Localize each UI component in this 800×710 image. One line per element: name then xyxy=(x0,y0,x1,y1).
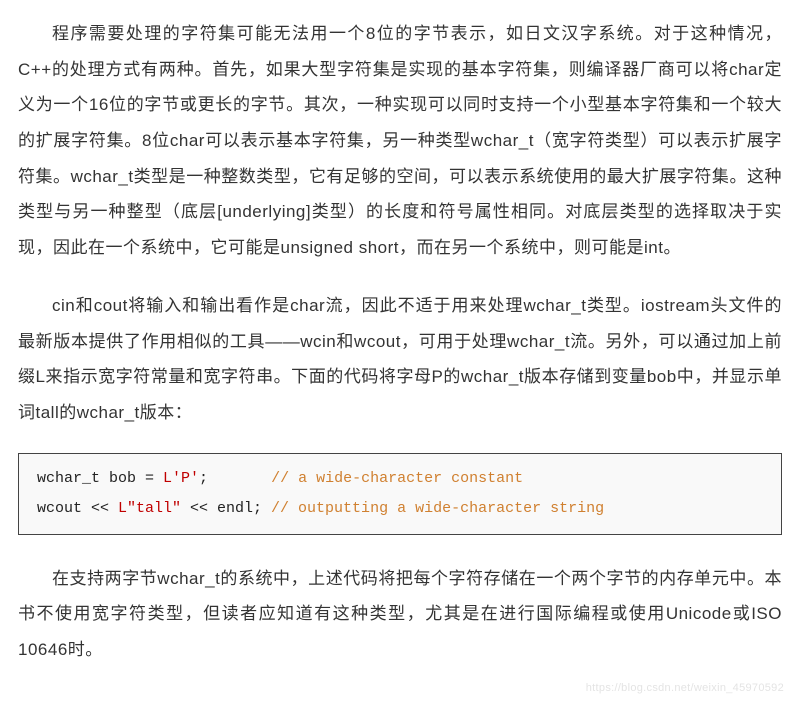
code-text: << endl; xyxy=(181,500,271,517)
code-text: ; xyxy=(199,470,271,487)
paragraph-2: cin和cout将输入和输出看作是char流，因此不适于用来处理wchar_t类… xyxy=(18,288,782,431)
code-literal: L"tall" xyxy=(118,500,181,517)
paragraph-1: 程序需要处理的字符集可能无法用一个8位的字节表示，如日文汉字系统。对于这种情况，… xyxy=(18,16,782,266)
code-line-1: wchar_t bob = L'P'; // a wide-character … xyxy=(37,470,523,487)
code-line-2: wcout << L"tall" << endl; // outputting … xyxy=(37,500,604,517)
code-literal: L'P' xyxy=(163,470,199,487)
code-block: wchar_t bob = L'P'; // a wide-character … xyxy=(18,453,782,535)
paragraph-3: 在支持两字节wchar_t的系统中，上述代码将把每个字符存储在一个两个字节的内存… xyxy=(18,561,782,668)
code-text: wcout << xyxy=(37,500,118,517)
code-comment: // a wide-character constant xyxy=(271,470,523,487)
code-comment: // outputting a wide-character string xyxy=(271,500,604,517)
watermark: https://blog.csdn.net/weixin_45970592 xyxy=(586,677,784,700)
code-text: wchar_t bob = xyxy=(37,470,163,487)
